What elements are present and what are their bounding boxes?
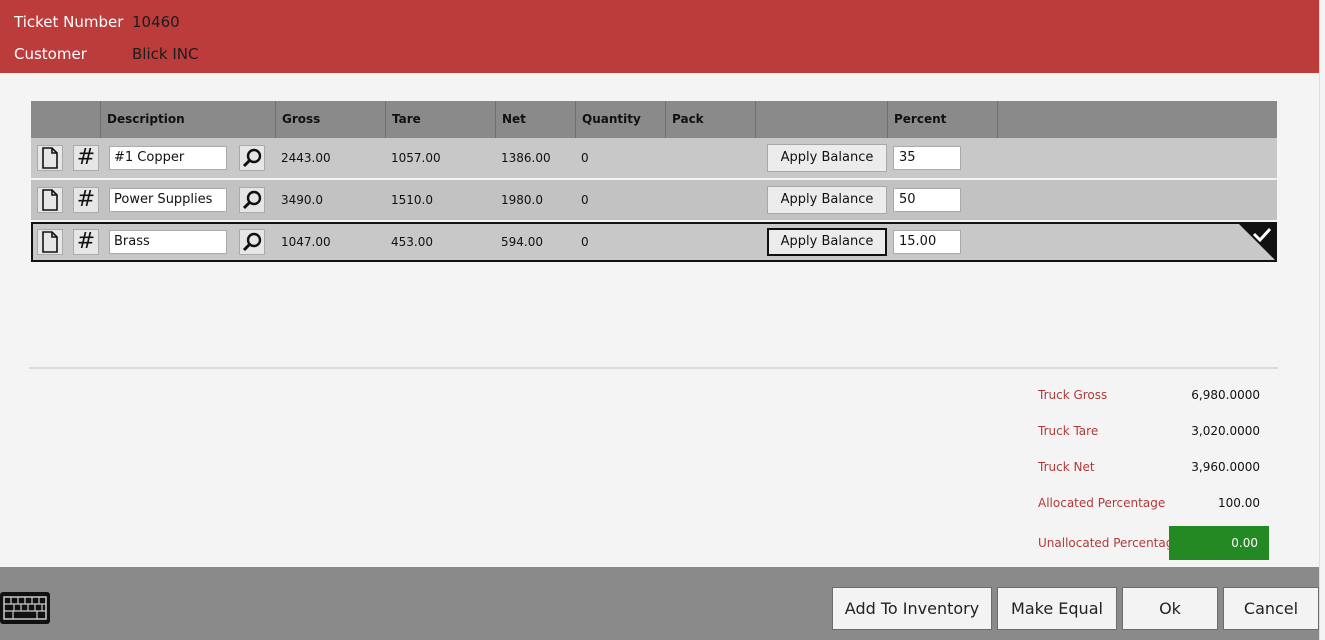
header-actions [31,101,101,138]
gross-cell: 3490.0 [281,193,323,207]
line-items-grid: Description Gross Tare Net Quantity Pack… [31,101,1277,262]
search-icon[interactable] [239,187,265,213]
header-net: Net [496,101,576,138]
header-tare: Tare [386,101,496,138]
percent-input[interactable]: 35 [893,146,961,170]
grid-header: Description Gross Tare Net Quantity Pack… [31,101,1277,163]
hash-icon[interactable]: # [73,145,99,171]
ticket-header: Ticket Number 10460 Customer Blick INC [0,0,1319,73]
check-icon [1239,224,1275,260]
totals-panel: Truck Gross 6,980.0000 Truck Tare 3,020.… [1038,382,1270,562]
header-quantity: Quantity [576,101,666,138]
window-edge [1319,0,1325,640]
table-row[interactable]: # #1 Copper 2443.00 1057.00 1386.00 0 Ap… [31,138,1277,180]
quantity-cell: 0 [581,235,589,249]
tare-cell: 1510.0 [391,193,433,207]
header-gross: Gross [276,101,386,138]
header-percent: Percent [888,101,998,138]
hash-icon[interactable]: # [73,229,99,255]
truck-gross-value: 6,980.0000 [1191,388,1260,402]
apply-balance-button[interactable]: Apply Balance [767,186,887,214]
description-input[interactable]: Brass [109,230,227,254]
unallocated-percentage-label: Unallocated Percentage [1038,536,1181,550]
make-equal-button[interactable]: Make Equal [997,587,1117,630]
document-icon[interactable] [37,187,63,213]
gross-cell: 1047.00 [281,235,331,249]
header-apply [756,101,888,138]
description-input[interactable]: Power Supplies [109,188,227,212]
truck-tare-row: Truck Tare 3,020.0000 [1038,418,1270,454]
header-pack-number: Pack Number [666,101,756,163]
search-icon[interactable] [239,229,265,255]
search-icon[interactable] [239,145,265,171]
apply-balance-button[interactable]: Apply Balance [767,144,887,172]
truck-tare-label: Truck Tare [1038,424,1099,438]
table-row[interactable]: # Power Supplies 3490.0 1510.0 1980.0 0 … [31,180,1277,222]
cancel-button[interactable]: Cancel [1223,587,1319,630]
table-row-selected[interactable]: # Brass 1047.00 453.00 594.00 0 Apply Ba… [31,222,1277,262]
customer-value: Blick INC [132,45,199,63]
percent-input[interactable]: 15.00 [893,230,961,254]
net-cell: 1980.0 [501,193,543,207]
truck-gross-row: Truck Gross 6,980.0000 [1038,382,1270,418]
net-cell: 1386.00 [501,151,551,165]
truck-net-row: Truck Net 3,960.0000 [1038,454,1270,490]
add-to-inventory-button[interactable]: Add To Inventory [832,587,992,630]
unallocated-percentage-row: Unallocated Percentage 0.00 [1038,526,1270,562]
ticket-number-value: 10460 [132,13,180,31]
gross-cell: 2443.00 [281,151,331,165]
hash-icon[interactable]: # [73,187,99,213]
unallocated-percentage-value: 0.00 [1231,536,1258,550]
truck-net-value: 3,960.0000 [1191,460,1260,474]
net-cell: 594.00 [501,235,543,249]
customer-label: Customer [14,45,87,63]
allocated-percentage-value: 100.00 [1218,496,1260,510]
allocated-percentage-label: Allocated Percentage [1038,496,1166,510]
tare-cell: 1057.00 [391,151,441,165]
percent-input[interactable]: 50 [893,188,961,212]
truck-net-label: Truck Net [1038,460,1095,474]
tare-cell: 453.00 [391,235,433,249]
quantity-cell: 0 [581,151,589,165]
truck-gross-label: Truck Gross [1038,388,1108,402]
divider [29,367,1278,369]
description-input[interactable]: #1 Copper [109,146,227,170]
allocated-percentage-row: Allocated Percentage 100.00 [1038,490,1270,526]
ok-button[interactable]: Ok [1122,587,1218,630]
footer-bar: Add To Inventory Make Equal Ok Cancel [0,567,1319,640]
ticket-number-label: Ticket Number [14,13,124,31]
truck-tare-value: 3,020.0000 [1191,424,1260,438]
keyboard-icon[interactable] [0,592,50,624]
apply-balance-button[interactable]: Apply Balance [767,228,887,256]
header-description: Description [101,101,276,138]
document-icon[interactable] [37,145,63,171]
document-icon[interactable] [37,229,63,255]
quantity-cell: 0 [581,193,589,207]
